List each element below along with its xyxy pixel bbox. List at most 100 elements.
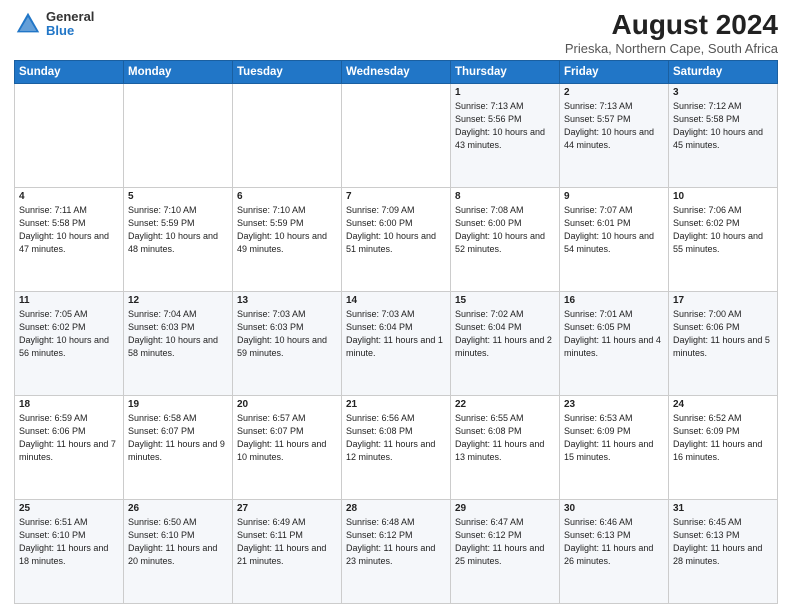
day-number: 14 bbox=[346, 295, 446, 306]
day-number: 16 bbox=[564, 295, 664, 306]
calendar-cell: 14 Sunrise: 7:03 AMSunset: 6:04 PMDayligh… bbox=[342, 291, 451, 395]
calendar-cell: 15 Sunrise: 7:02 AMSunset: 6:04 PMDayligh… bbox=[451, 291, 560, 395]
day-number: 28 bbox=[346, 503, 446, 514]
header: General Blue August 2024 Prieska, Northe… bbox=[14, 10, 778, 56]
day-info: Sunrise: 6:58 AMSunset: 6:07 PMDaylight:… bbox=[128, 412, 228, 464]
calendar-cell: 31 Sunrise: 6:45 AMSunset: 6:13 PMDayligh… bbox=[669, 499, 778, 603]
weekday-header-friday: Friday bbox=[560, 60, 669, 83]
day-info: Sunrise: 6:59 AMSunset: 6:06 PMDaylight:… bbox=[19, 412, 119, 464]
day-info: Sunrise: 6:57 AMSunset: 6:07 PMDaylight:… bbox=[237, 412, 337, 464]
day-number: 19 bbox=[128, 399, 228, 410]
calendar-week-4: 18 Sunrise: 6:59 AMSunset: 6:06 PMDayligh… bbox=[15, 395, 778, 499]
calendar-cell: 23Sunrise: 6:53 AMSunset: 6:09 PMDayligh… bbox=[560, 395, 669, 499]
calendar-cell: 27 Sunrise: 6:49 AMSunset: 6:11 PMDayligh… bbox=[233, 499, 342, 603]
calendar-week-2: 4Sunrise: 7:11 AMSunset: 5:58 PMDaylight… bbox=[15, 187, 778, 291]
day-info: Sunrise: 7:03 AMSunset: 6:03 PMDaylight:… bbox=[237, 308, 337, 360]
calendar-cell: 10 Sunrise: 7:06 AMSunset: 6:02 PMDayligh… bbox=[669, 187, 778, 291]
weekday-header-monday: Monday bbox=[124, 60, 233, 83]
day-info: Sunrise: 6:50 AMSunset: 6:10 PMDaylight:… bbox=[128, 516, 228, 568]
day-info: Sunrise: 7:08 AMSunset: 6:00 PMDaylight:… bbox=[455, 204, 555, 256]
day-info: Sunrise: 7:05 AMSunset: 6:02 PMDaylight:… bbox=[19, 308, 119, 360]
day-info: Sunrise: 6:51 AMSunset: 6:10 PMDaylight:… bbox=[19, 516, 119, 568]
day-info: Sunrise: 6:47 AMSunset: 6:12 PMDaylight:… bbox=[455, 516, 555, 568]
day-info: Sunrise: 7:06 AMSunset: 6:02 PMDaylight:… bbox=[673, 204, 773, 256]
calendar-cell bbox=[124, 83, 233, 187]
day-info: Sunrise: 7:00 AMSunset: 6:06 PMDaylight:… bbox=[673, 308, 773, 360]
calendar-cell: 9Sunrise: 7:07 AMSunset: 6:01 PMDaylight… bbox=[560, 187, 669, 291]
calendar-cell: 11 Sunrise: 7:05 AMSunset: 6:02 PMDayligh… bbox=[15, 291, 124, 395]
day-number: 1 bbox=[455, 87, 555, 98]
calendar-cell: 1 Sunrise: 7:13 AMSunset: 5:56 PMDaylight… bbox=[451, 83, 560, 187]
day-number: 24 bbox=[673, 399, 773, 410]
calendar-cell: 20 Sunrise: 6:57 AMSunset: 6:07 PMDayligh… bbox=[233, 395, 342, 499]
day-info: Sunrise: 6:49 AMSunset: 6:11 PMDaylight:… bbox=[237, 516, 337, 568]
calendar-cell bbox=[342, 83, 451, 187]
day-info: Sunrise: 6:55 AMSunset: 6:08 PMDaylight:… bbox=[455, 412, 555, 464]
day-number: 17 bbox=[673, 295, 773, 306]
calendar-cell: 6Sunrise: 7:10 AMSunset: 5:59 PMDaylight… bbox=[233, 187, 342, 291]
logo-blue: Blue bbox=[46, 24, 94, 38]
day-number: 2 bbox=[564, 87, 664, 98]
calendar-cell: 18 Sunrise: 6:59 AMSunset: 6:06 PMDayligh… bbox=[15, 395, 124, 499]
day-info: Sunrise: 7:01 AMSunset: 6:05 PMDaylight:… bbox=[564, 308, 664, 360]
day-info: Sunrise: 7:10 AMSunset: 5:59 PMDaylight:… bbox=[128, 204, 228, 256]
day-number: 29 bbox=[455, 503, 555, 514]
day-number: 13 bbox=[237, 295, 337, 306]
calendar-cell: 13 Sunrise: 7:03 AMSunset: 6:03 PMDayligh… bbox=[233, 291, 342, 395]
day-info: Sunrise: 7:07 AMSunset: 6:01 PMDaylight:… bbox=[564, 204, 664, 256]
logo-text: General Blue bbox=[46, 10, 94, 39]
day-number: 30 bbox=[564, 503, 664, 514]
day-info: Sunrise: 7:13 AMSunset: 5:57 PMDaylight:… bbox=[564, 100, 664, 152]
day-number: 11 bbox=[19, 295, 119, 306]
day-number: 10 bbox=[673, 191, 773, 202]
day-number: 20 bbox=[237, 399, 337, 410]
day-number: 15 bbox=[455, 295, 555, 306]
day-number: 27 bbox=[237, 503, 337, 514]
calendar-cell: 8 Sunrise: 7:08 AMSunset: 6:00 PMDaylight… bbox=[451, 187, 560, 291]
page: General Blue August 2024 Prieska, Northe… bbox=[0, 0, 792, 612]
weekday-header-saturday: Saturday bbox=[669, 60, 778, 83]
day-info: Sunrise: 6:46 AMSunset: 6:13 PMDaylight:… bbox=[564, 516, 664, 568]
day-number: 18 bbox=[19, 399, 119, 410]
calendar-cell: 4Sunrise: 7:11 AMSunset: 5:58 PMDaylight… bbox=[15, 187, 124, 291]
logo-icon bbox=[14, 10, 42, 38]
day-info: Sunrise: 7:03 AMSunset: 6:04 PMDaylight:… bbox=[346, 308, 446, 360]
calendar-cell: 2 Sunrise: 7:13 AMSunset: 5:57 PMDaylight… bbox=[560, 83, 669, 187]
calendar-cell: 3Sunrise: 7:12 AMSunset: 5:58 PMDaylight… bbox=[669, 83, 778, 187]
calendar-cell: 30 Sunrise: 6:46 AMSunset: 6:13 PMDayligh… bbox=[560, 499, 669, 603]
calendar-cell: 17 Sunrise: 7:00 AMSunset: 6:06 PMDayligh… bbox=[669, 291, 778, 395]
weekday-header-row: SundayMondayTuesdayWednesdayThursdayFrid… bbox=[15, 60, 778, 83]
day-info: Sunrise: 7:02 AMSunset: 6:04 PMDaylight:… bbox=[455, 308, 555, 360]
logo-general: General bbox=[46, 10, 94, 24]
day-number: 26 bbox=[128, 503, 228, 514]
calendar: SundayMondayTuesdayWednesdayThursdayFrid… bbox=[14, 60, 778, 604]
calendar-cell: 22 Sunrise: 6:55 AMSunset: 6:08 PMDayligh… bbox=[451, 395, 560, 499]
weekday-header-sunday: Sunday bbox=[15, 60, 124, 83]
day-info: Sunrise: 7:12 AMSunset: 5:58 PMDaylight:… bbox=[673, 100, 773, 152]
calendar-cell: 7Sunrise: 7:09 AMSunset: 6:00 PMDaylight… bbox=[342, 187, 451, 291]
calendar-cell bbox=[233, 83, 342, 187]
day-number: 7 bbox=[346, 191, 446, 202]
calendar-cell bbox=[15, 83, 124, 187]
calendar-cell: 16 Sunrise: 7:01 AMSunset: 6:05 PMDayligh… bbox=[560, 291, 669, 395]
day-number: 21 bbox=[346, 399, 446, 410]
title-block: August 2024 Prieska, Northern Cape, Sout… bbox=[565, 10, 778, 56]
calendar-cell: 12Sunrise: 7:04 AMSunset: 6:03 PMDayligh… bbox=[124, 291, 233, 395]
weekday-header-tuesday: Tuesday bbox=[233, 60, 342, 83]
day-info: Sunrise: 6:45 AMSunset: 6:13 PMDaylight:… bbox=[673, 516, 773, 568]
day-info: Sunrise: 6:52 AMSunset: 6:09 PMDaylight:… bbox=[673, 412, 773, 464]
day-info: Sunrise: 6:56 AMSunset: 6:08 PMDaylight:… bbox=[346, 412, 446, 464]
day-number: 25 bbox=[19, 503, 119, 514]
day-number: 22 bbox=[455, 399, 555, 410]
day-number: 5 bbox=[128, 191, 228, 202]
page-subtitle: Prieska, Northern Cape, South Africa bbox=[565, 41, 778, 56]
day-number: 4 bbox=[19, 191, 119, 202]
day-number: 8 bbox=[455, 191, 555, 202]
day-info: Sunrise: 6:53 AMSunset: 6:09 PMDaylight:… bbox=[564, 412, 664, 464]
calendar-cell: 29 Sunrise: 6:47 AMSunset: 6:12 PMDayligh… bbox=[451, 499, 560, 603]
weekday-header-thursday: Thursday bbox=[451, 60, 560, 83]
day-info: Sunrise: 7:13 AMSunset: 5:56 PMDaylight:… bbox=[455, 100, 555, 152]
day-number: 31 bbox=[673, 503, 773, 514]
day-info: Sunrise: 7:10 AMSunset: 5:59 PMDaylight:… bbox=[237, 204, 337, 256]
calendar-week-5: 25 Sunrise: 6:51 AMSunset: 6:10 PMDayligh… bbox=[15, 499, 778, 603]
